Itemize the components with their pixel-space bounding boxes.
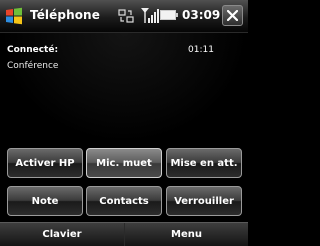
menu-softkey[interactable]: Menu (124, 223, 248, 246)
caller-name: Conférence (7, 61, 59, 71)
signal-icon[interactable] (139, 7, 159, 24)
app-title: Téléphone (30, 8, 100, 22)
contacts-button[interactable]: Contacts (86, 186, 162, 216)
mute-mic-button[interactable]: Mic. muet (86, 148, 162, 178)
softkey-bar: Clavier Menu (0, 222, 248, 246)
call-status-label: Connecté: (7, 45, 59, 55)
speaker-on-button[interactable]: Activer HP (7, 148, 83, 178)
hold-button[interactable]: Mise en att. (166, 148, 242, 178)
status-bar: Téléphone 03:09 (0, 0, 248, 33)
windows-logo-icon[interactable] (5, 7, 23, 25)
lock-button[interactable]: Verrouiller (166, 186, 242, 216)
clock[interactable]: 03:09 (182, 8, 220, 22)
sync-icon[interactable] (118, 8, 134, 24)
call-timer: 01:11 (188, 45, 214, 55)
call-info-panel: Connecté: 01:11 Conférence (0, 33, 248, 143)
note-button[interactable]: Note (7, 186, 83, 216)
close-button[interactable] (222, 5, 243, 26)
battery-icon[interactable] (160, 10, 178, 20)
close-icon (227, 10, 238, 21)
keypad-softkey[interactable]: Clavier (0, 223, 124, 246)
